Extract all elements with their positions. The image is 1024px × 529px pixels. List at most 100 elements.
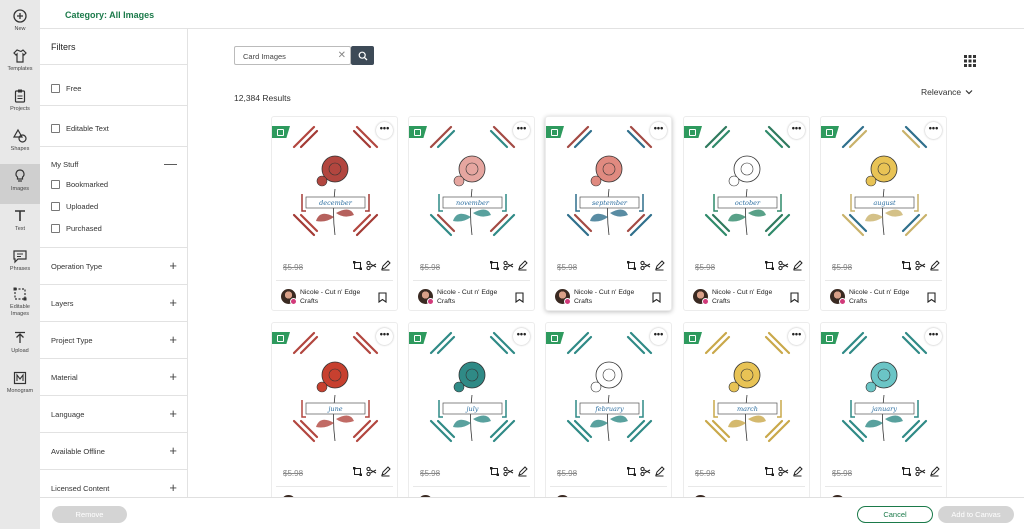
purchased-checkbox[interactable]	[51, 223, 60, 233]
rail-editable-images[interactable]: Editable Images	[0, 282, 40, 322]
author-name[interactable]: Nicole - Cut n' Edge Crafts	[574, 289, 652, 306]
pencil-icon[interactable]	[380, 466, 391, 477]
pencil-icon[interactable]	[517, 260, 528, 271]
more-options-button[interactable]: •••	[376, 122, 393, 139]
author-avatar[interactable]	[418, 289, 434, 305]
category-breadcrumb[interactable]: Category: All Images	[65, 10, 154, 20]
rail-upload[interactable]: Upload	[0, 326, 40, 366]
bookmark-icon[interactable]	[515, 292, 524, 303]
clear-search-icon[interactable]: ✕	[338, 50, 346, 62]
scissors-icon[interactable]	[503, 466, 514, 477]
edit-image-icon[interactable]	[352, 260, 363, 271]
rail-projects[interactable]: Projects	[0, 84, 40, 124]
edit-image-icon[interactable]	[901, 466, 912, 477]
filter-bookmarked[interactable]: Bookmarked	[51, 173, 177, 195]
remove-button[interactable]: Remove	[52, 506, 127, 523]
section-layers[interactable]: Layers +	[51, 293, 177, 313]
edit-image-icon[interactable]	[901, 260, 912, 271]
edit-image-icon[interactable]	[764, 260, 775, 271]
plus-icon[interactable]: +	[169, 444, 177, 457]
author-avatar[interactable]	[830, 289, 846, 305]
add-to-canvas-button[interactable]: Add to Canvas	[938, 506, 1014, 523]
plus-icon[interactable]: +	[169, 481, 177, 494]
more-options-button[interactable]: •••	[513, 328, 530, 345]
author-avatar[interactable]	[281, 289, 297, 305]
more-options-button[interactable]: •••	[925, 122, 942, 139]
author-avatar[interactable]	[555, 289, 571, 305]
author-name[interactable]: Nicole - Cut n' Edge Crafts	[712, 289, 790, 306]
free-checkbox[interactable]	[51, 83, 60, 93]
image-card[interactable]: november ••• $5.98 Nicole - Cut n' Edge Cra…	[408, 116, 535, 311]
rail-images[interactable]: Images	[0, 164, 40, 204]
edit-image-icon[interactable]	[626, 260, 637, 271]
grid-view-icon[interactable]	[964, 55, 976, 67]
filter-uploaded[interactable]: Uploaded	[51, 195, 177, 217]
pencil-icon[interactable]	[792, 260, 803, 271]
more-options-button[interactable]: •••	[925, 328, 942, 345]
search-input[interactable]: Card Images ✕	[234, 46, 351, 65]
plus-icon[interactable]: +	[169, 259, 177, 272]
bookmarked-checkbox[interactable]	[51, 179, 60, 189]
more-options-button[interactable]: •••	[650, 122, 667, 139]
edit-image-icon[interactable]	[764, 466, 775, 477]
image-card[interactable]: january ••• $5.98	[820, 322, 947, 502]
author-avatar[interactable]	[693, 289, 709, 305]
section-project-type[interactable]: Project Type +	[51, 330, 177, 350]
rail-templates[interactable]: Templates	[0, 44, 40, 84]
bookmark-icon[interactable]	[927, 292, 936, 303]
filter-purchased[interactable]: Purchased	[51, 217, 177, 239]
pencil-icon[interactable]	[792, 466, 803, 477]
scissors-icon[interactable]	[640, 260, 651, 271]
filter-free[interactable]: Free	[51, 77, 177, 99]
minus-icon[interactable]: —	[164, 157, 177, 170]
image-card[interactable]: august ••• $5.98 Nicole - Cut n' Edge Craft…	[820, 116, 947, 311]
more-options-button[interactable]: •••	[376, 328, 393, 345]
more-options-button[interactable]: •••	[788, 328, 805, 345]
rail-monogram[interactable]: Monogram	[0, 366, 40, 406]
pencil-icon[interactable]	[929, 260, 940, 271]
editable-text-checkbox[interactable]	[51, 123, 60, 133]
pencil-icon[interactable]	[929, 466, 940, 477]
pencil-icon[interactable]	[380, 260, 391, 271]
sort-dropdown[interactable]: Relevance	[921, 87, 973, 97]
more-options-button[interactable]: •••	[788, 122, 805, 139]
image-card[interactable]: july ••• $5.98	[408, 322, 535, 502]
section-licensed-content[interactable]: Licensed Content +	[51, 478, 177, 497]
edit-image-icon[interactable]	[626, 466, 637, 477]
section-language[interactable]: Language +	[51, 404, 177, 424]
search-button[interactable]	[351, 46, 374, 65]
my-stuff-section[interactable]: My Stuff —	[51, 154, 177, 174]
section-material[interactable]: Material +	[51, 367, 177, 387]
more-options-button[interactable]: •••	[513, 122, 530, 139]
scissors-icon[interactable]	[503, 260, 514, 271]
scissors-icon[interactable]	[915, 260, 926, 271]
rail-new[interactable]: New	[0, 4, 40, 44]
image-card[interactable]: february ••• $5.98	[545, 322, 672, 502]
author-name[interactable]: Nicole - Cut n' Edge Crafts	[300, 289, 378, 306]
pencil-icon[interactable]	[654, 260, 665, 271]
image-card[interactable]: march ••• $5.98	[683, 322, 810, 502]
more-options-button[interactable]: •••	[650, 328, 667, 345]
image-card[interactable]: december ••• $5.98 Nicole - Cut n' Edge Cra…	[271, 116, 398, 311]
plus-icon[interactable]: +	[169, 370, 177, 383]
scissors-icon[interactable]	[640, 466, 651, 477]
edit-image-icon[interactable]	[489, 260, 500, 271]
rail-text[interactable]: Text	[0, 204, 40, 244]
author-name[interactable]: Nicole - Cut n' Edge Crafts	[849, 289, 927, 306]
rail-phrases[interactable]: Phrases	[0, 244, 40, 284]
bookmark-icon[interactable]	[652, 292, 661, 303]
uploaded-checkbox[interactable]	[51, 201, 60, 211]
scissors-icon[interactable]	[366, 466, 377, 477]
plus-icon[interactable]: +	[169, 296, 177, 309]
edit-image-icon[interactable]	[489, 466, 500, 477]
plus-icon[interactable]: +	[169, 333, 177, 346]
filter-editable-text[interactable]: Editable Text	[51, 117, 177, 139]
cancel-button[interactable]: Cancel	[857, 506, 933, 523]
section-available-offline[interactable]: Available Offline +	[51, 441, 177, 461]
rail-shapes[interactable]: Shapes	[0, 124, 40, 164]
pencil-icon[interactable]	[654, 466, 665, 477]
section-operation-type[interactable]: Operation Type +	[51, 256, 177, 276]
bookmark-icon[interactable]	[790, 292, 799, 303]
scissors-icon[interactable]	[778, 260, 789, 271]
image-card[interactable]: october ••• $5.98 Nicole - Cut n' Edge Craf…	[683, 116, 810, 311]
